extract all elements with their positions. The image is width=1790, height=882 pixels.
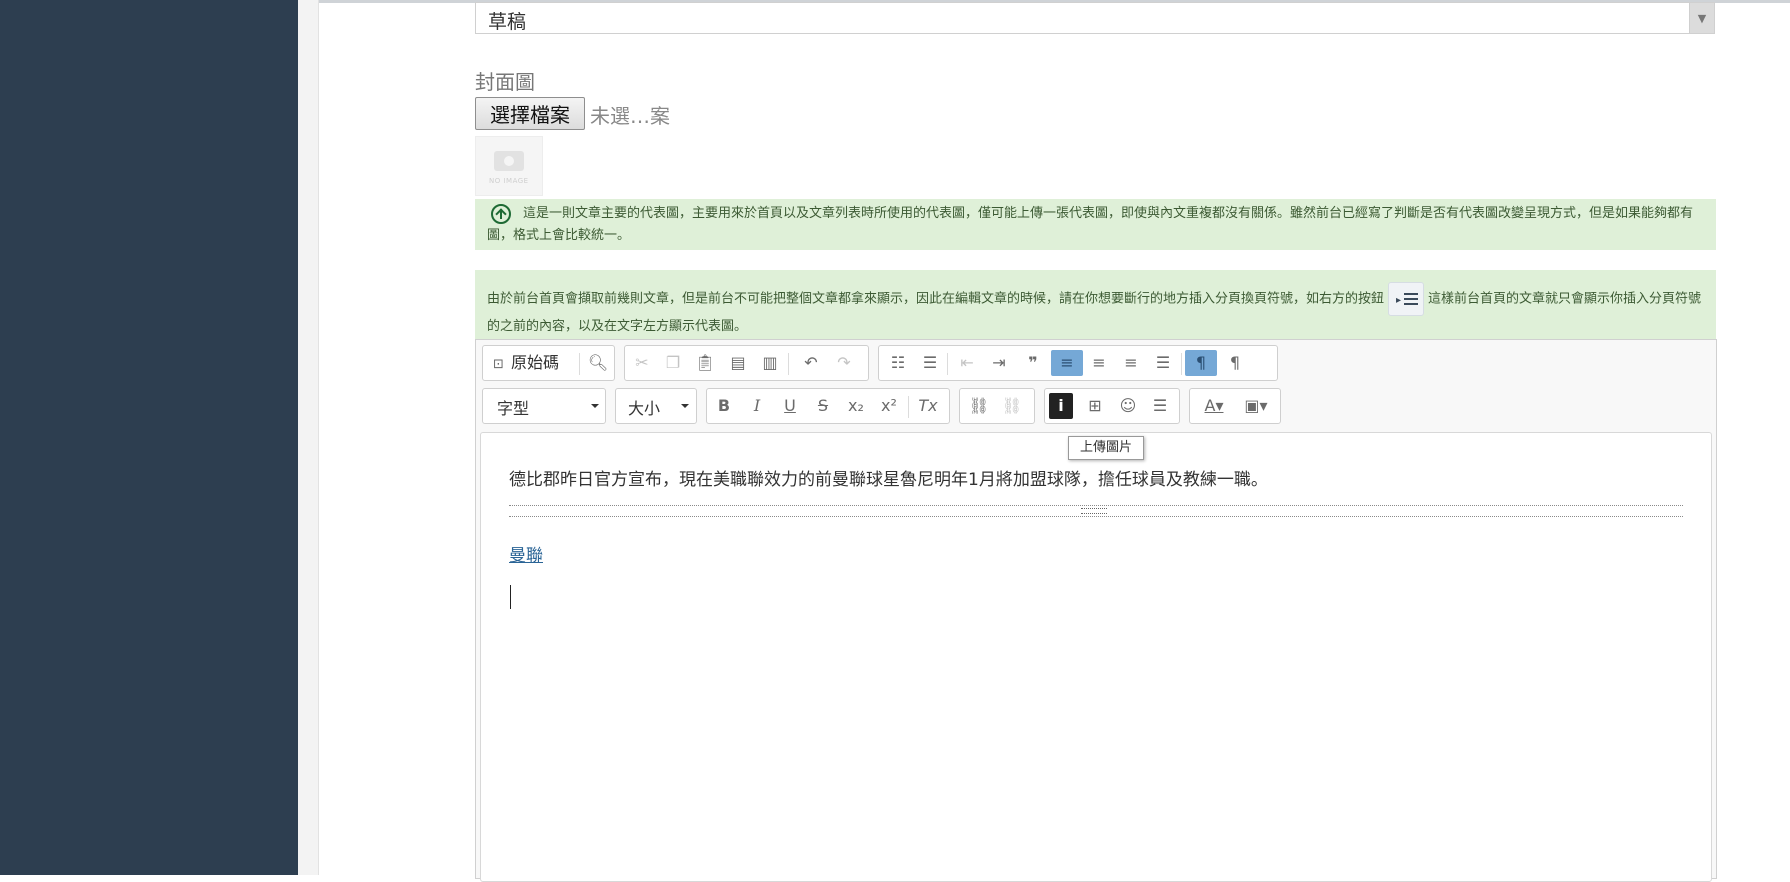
toolbar-separator: [947, 353, 948, 375]
text-cursor: [510, 585, 511, 609]
font-size-label: 大小: [628, 399, 661, 418]
content-link[interactable]: 曼聯: [509, 541, 543, 566]
copy-icon[interactable]: ❐: [659, 350, 687, 376]
page-break-icon: [1388, 282, 1425, 316]
cover-image-preview: NO IMAGE: [475, 136, 543, 196]
toolbar-separator: [579, 353, 580, 375]
toolbar-group-basicstyles: B I U S x₂ x² Tx: [706, 388, 950, 424]
upload-circle-icon: [491, 203, 511, 224]
font-size-select[interactable]: 大小: [615, 388, 697, 424]
image-upload-icon[interactable]: i: [1049, 393, 1073, 419]
superscript-button[interactable]: x²: [875, 393, 903, 419]
choose-file-button[interactable]: 選擇檔案: [475, 97, 585, 130]
camera-icon: [494, 151, 524, 171]
undo-icon[interactable]: ↶: [797, 350, 825, 376]
toolbar-tooltip: 上傳圖片: [1068, 436, 1144, 460]
toolbar-group-clipboard: ✂ ❐ 📋︎ ▤ ▥ ↶ ↷: [624, 345, 869, 381]
cover-image-label: 封面圖: [475, 70, 535, 94]
info-pagebreak-text-a: 由於前台首頁會擷取前幾則文章，但是前台不可能把整個文章都拿來顯示，因此在編輯文章…: [487, 291, 1385, 307]
redo-icon[interactable]: ↷: [830, 350, 858, 376]
content-gutter: [298, 0, 319, 875]
toolbar-separator: [1181, 353, 1182, 375]
source-button-label: 原始碼: [511, 353, 560, 372]
text-color-icon[interactable]: A▾: [1196, 393, 1232, 419]
subscript-button[interactable]: x₂: [842, 393, 870, 419]
chevron-down-icon[interactable]: ▼: [1689, 3, 1714, 33]
cut-icon[interactable]: ✂: [628, 350, 656, 376]
status-select-value: 草稿: [488, 11, 527, 33]
file-status-text: 未選…案: [590, 104, 670, 128]
page-break-marker[interactable]: [509, 505, 1683, 517]
source-button[interactable]: ⊡ 原始碼: [489, 350, 593, 376]
source-icon: ⊡: [493, 357, 504, 372]
noimage-text: NO IMAGE: [489, 177, 529, 185]
remove-format-button[interactable]: Tx: [914, 393, 942, 419]
align-justify-icon[interactable]: ☰: [1149, 350, 1177, 376]
editor-content-area[interactable]: 德比郡昨日官方宣布，現在美職聯效力的前曼聯球星魯尼明年1月將加盟球隊，擔任球員及…: [480, 432, 1712, 882]
text-direction-ltr-icon[interactable]: ¶: [1185, 350, 1217, 376]
background-color-icon[interactable]: ▣▾: [1238, 393, 1274, 419]
bulleted-list-icon[interactable]: ☰: [916, 350, 944, 376]
italic-button[interactable]: I: [743, 393, 771, 419]
paste-text-icon[interactable]: ▤: [724, 350, 752, 376]
status-select[interactable]: 草稿 ▼: [475, 2, 1715, 34]
font-family-select[interactable]: 字型: [482, 388, 606, 424]
underline-button[interactable]: U: [776, 393, 804, 419]
unlink-icon[interactable]: ⛓: [998, 393, 1026, 419]
toolbar-separator: [908, 396, 909, 418]
toolbar-group-colors: A▾ ▣▾: [1189, 388, 1281, 424]
align-center-icon[interactable]: ≡: [1085, 350, 1113, 376]
chevron-down-icon: [681, 404, 689, 408]
content-paragraph: 德比郡昨日官方宣布，現在美職聯效力的前曼聯球星魯尼明年1月將加盟球隊，擔任球員及…: [509, 470, 1268, 490]
smiley-icon[interactable]: ☺: [1114, 393, 1142, 419]
info-page-break: 由於前台首頁會擷取前幾則文章，但是前台不可能把整個文章都拿來顯示，因此在編輯文章…: [475, 270, 1716, 339]
toolbar-separator: [788, 353, 789, 375]
toolbar-group-paragraph: ☷ ☰ ⇤ ⇥ ❞ ≡ ≡ ≡ ☰ ¶ ¶: [878, 345, 1278, 381]
outdent-icon[interactable]: ⇤: [953, 350, 981, 376]
toolbar-group-insert: i ⊞ ☺ ☰: [1044, 388, 1180, 424]
toolbar-group-links: ⛓ ⛓: [959, 388, 1035, 424]
blockquote-icon[interactable]: ❞: [1019, 350, 1047, 376]
indent-icon[interactable]: ⇥: [985, 350, 1013, 376]
table-icon[interactable]: ⊞: [1081, 393, 1109, 419]
chevron-down-icon: [591, 404, 599, 408]
info-cover-image: 這是一則文章主要的代表圖，主要用來於首頁以及文章列表時所使用的代表圖，僅可能上傳…: [475, 199, 1716, 250]
drag-handle-icon[interactable]: [1081, 508, 1107, 514]
sidebar: [0, 0, 298, 875]
align-left-icon[interactable]: ≡: [1051, 350, 1083, 376]
paste-icon[interactable]: 📋︎: [691, 350, 719, 376]
paste-word-icon[interactable]: ▥: [756, 350, 784, 376]
strikethrough-button[interactable]: S: [809, 393, 837, 419]
page-break-icon[interactable]: ☰: [1146, 393, 1174, 419]
link-icon[interactable]: ⛓: [965, 393, 993, 419]
toolbar-group-document: ⊡ 原始碼 🔍︎: [482, 345, 615, 381]
text-direction-rtl-icon[interactable]: ¶: [1221, 350, 1249, 376]
align-right-icon[interactable]: ≡: [1117, 350, 1145, 376]
numbered-list-icon[interactable]: ☷: [884, 350, 912, 376]
info-cover-text: 這是一則文章主要的代表圖，主要用來於首頁以及文章列表時所使用的代表圖，僅可能上傳…: [487, 206, 1694, 243]
font-family-label: 字型: [497, 399, 530, 418]
bold-button[interactable]: B: [710, 393, 738, 419]
preview-icon[interactable]: 🔍︎: [584, 350, 612, 376]
